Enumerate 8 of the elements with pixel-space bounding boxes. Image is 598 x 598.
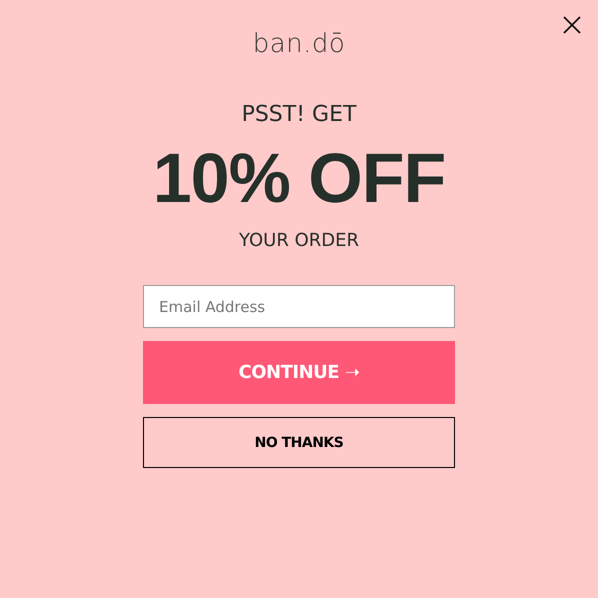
email-field[interactable]: Email Address (143, 285, 455, 328)
no-thanks-button[interactable]: NO THANKS (143, 417, 455, 468)
headline-bottom: YOUR ORDER (239, 229, 359, 253)
close-button[interactable] (561, 14, 583, 36)
close-icon (561, 14, 583, 36)
headline-main: 10% OFF (152, 141, 446, 215)
headline-top: PSST! GET (242, 101, 356, 129)
logo: ban.dō (252, 28, 346, 60)
